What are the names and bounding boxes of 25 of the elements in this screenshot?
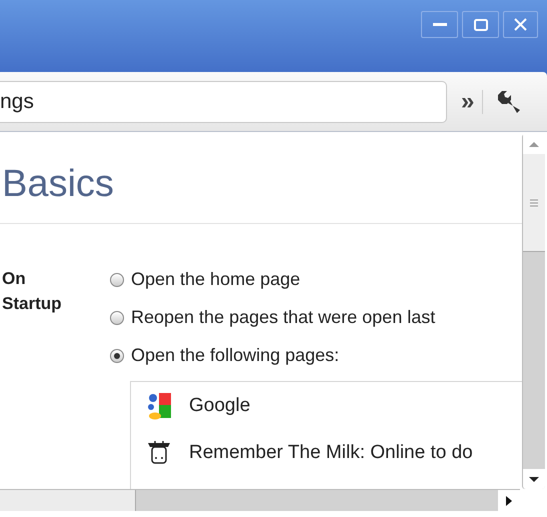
overflow-chevron[interactable]: » bbox=[461, 90, 484, 114]
radio-button[interactable] bbox=[110, 310, 124, 324]
page-heading: Basics bbox=[1, 162, 115, 207]
scroll-thumb[interactable] bbox=[523, 154, 545, 252]
minimize-icon bbox=[432, 23, 446, 26]
minimize-button[interactable] bbox=[421, 11, 458, 38]
radio-label[interactable]: Open the following pages: bbox=[131, 342, 340, 369]
cow-icon bbox=[145, 438, 173, 467]
radio-label[interactable]: Open the home page bbox=[131, 266, 300, 293]
radio-button[interactable] bbox=[110, 272, 124, 286]
grip-icon bbox=[530, 198, 538, 206]
horizontal-scrollbar[interactable] bbox=[0, 489, 520, 511]
maximize-icon bbox=[474, 18, 488, 30]
section-label: On Startup bbox=[1, 268, 62, 315]
page-title[interactable]: Google bbox=[189, 392, 250, 420]
scroll-thumb[interactable] bbox=[0, 490, 136, 511]
close-button[interactable] bbox=[503, 11, 538, 38]
maximize-button[interactable] bbox=[462, 11, 499, 38]
radio-button[interactable] bbox=[110, 348, 124, 362]
favicon-icon bbox=[145, 392, 173, 420]
close-icon bbox=[514, 18, 527, 31]
radio-label[interactable]: Reopen the pages that were open last bbox=[131, 304, 436, 331]
vertical-scrollbar[interactable] bbox=[522, 134, 545, 489]
address-field[interactable]: ngs bbox=[0, 80, 447, 122]
page-title[interactable]: Remember The Milk: Online to do bbox=[189, 438, 473, 467]
